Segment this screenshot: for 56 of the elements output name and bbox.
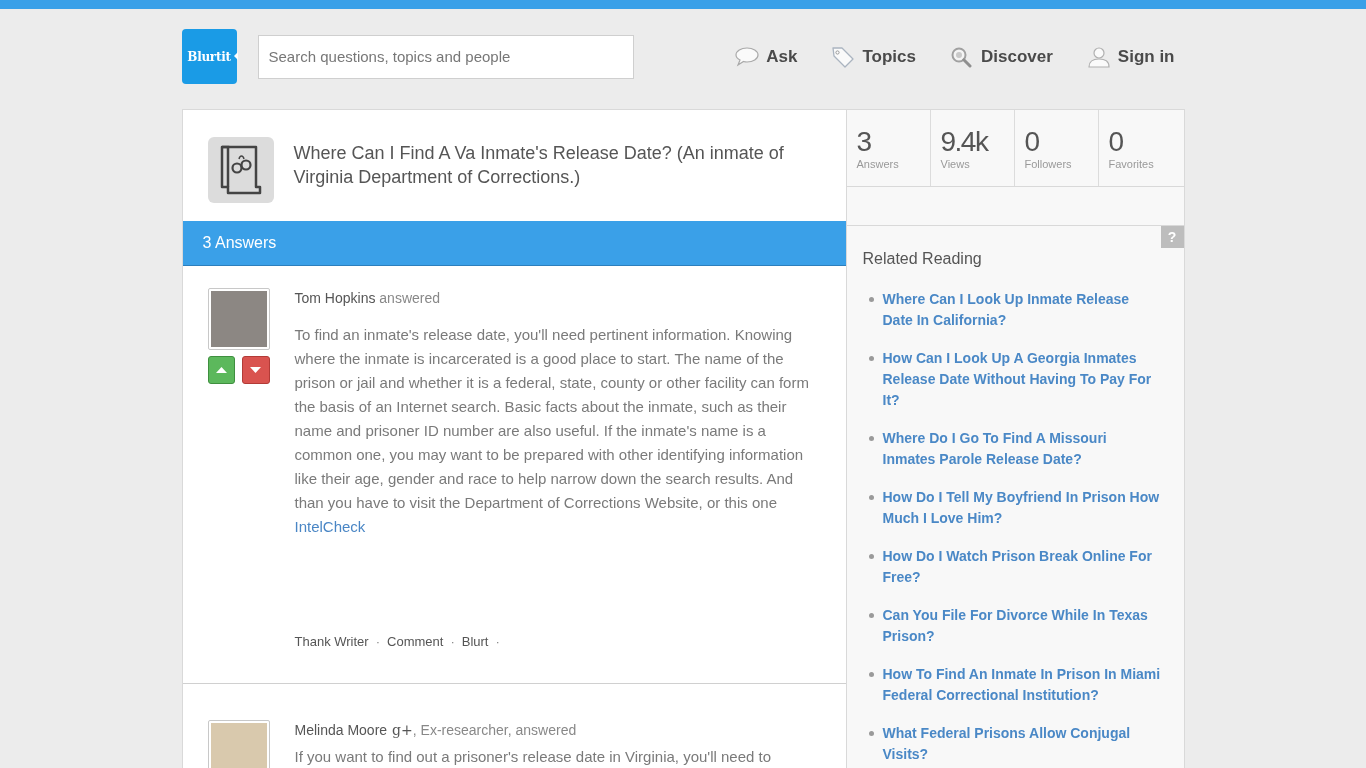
logo[interactable]: Blurtit (181, 29, 237, 84)
related-link[interactable]: How Can I Look Up A Georgia Inmates Release Date Without Having To Pay For It? (882, 348, 1163, 411)
stat-value: 0 (1024, 127, 1039, 157)
separator-dot: · (495, 633, 500, 651)
text-link[interactable]: IntelCheck (294, 518, 366, 535)
bullet-icon (868, 495, 874, 500)
related-link[interactable]: How To Find An Inmate In Prison In Miami Federal Correctional Institution? (882, 664, 1163, 706)
nav-link[interactable]: Sign in (1086, 45, 1175, 68)
triangle-down-icon (250, 367, 262, 373)
related-link[interactable]: What Federal Prisons Allow Conjugal Visits? (882, 723, 1163, 765)
stat-value: 9.4k (940, 127, 988, 157)
nav-link[interactable]: Discover (950, 45, 1053, 68)
answer-meta: answered (378, 289, 440, 307)
answer-meta: , Ex-researcher, answered (412, 721, 577, 739)
tag-icon (831, 45, 856, 68)
author-link[interactable]: Melinda Moore (294, 721, 388, 739)
gplus-link[interactable]: g+ (392, 721, 413, 739)
related-heading: Related Reading (862, 249, 982, 269)
stat-value: 3 (856, 127, 871, 157)
upvote-button[interactable] (207, 356, 235, 384)
user-icon (1086, 45, 1111, 68)
stat-label: Answers (856, 157, 899, 171)
action-link[interactable]: Blurt (461, 633, 489, 651)
speech-bubble-icon (735, 45, 760, 68)
bullet-icon (868, 672, 874, 677)
bullet-icon (868, 613, 874, 618)
action-link[interactable]: Thank Writer (294, 633, 369, 651)
search-icon (950, 45, 974, 68)
nav-link[interactable]: Topics (831, 45, 916, 68)
related-link[interactable]: How Do I Tell My Boyfriend In Prison How Much I Love Him? (882, 487, 1163, 529)
nav-link[interactable]: Ask (735, 45, 798, 68)
stat-label: Views (940, 157, 970, 171)
triangle-up-icon (215, 367, 227, 373)
action-link[interactable]: Comment (387, 633, 444, 651)
question-title: Where Can I Find A Va Inmate's Release Date? (An inmate of Virginia Department of Corrections.) (293, 142, 785, 189)
related-link[interactable]: Where Do I Go To Find A Missouri Inmates Parole Release Date? (882, 428, 1163, 470)
related-link[interactable]: How Do I Watch Prison Break Online For Free? (882, 546, 1163, 588)
bullet-icon (868, 436, 874, 441)
author-link[interactable]: Tom Hopkins (294, 289, 376, 307)
separator-dot: · (450, 633, 455, 651)
answer-text: To find an inmate's release date, you'll need pertinent information. Knowing where the inmate is incarcerated is a good place to start. The name of the prison or jail and whether it is a federal, state, county or other facility can form the basis of an Internet search. Basic facts about the inmate, such as their name and prisoner ID number are also useful. If the inmate's name is a common one, you may want to be prepared with other identifying information like their age, gender and race to help narrow down the search results. And than you have to visit the Department of Corrections Website, or this one IntelCheck (294, 325, 810, 537)
stat-value: 0 (1108, 127, 1123, 157)
document-icon (207, 137, 274, 203)
stat-label: Favorites (1108, 157, 1154, 171)
answer-text: If you want to find out a prisoner's release date in Virginia, you'll need to (294, 747, 773, 767)
related-link[interactable]: Where Can I Look Up Inmate Release Date In California? (882, 289, 1163, 331)
bullet-icon (868, 554, 874, 559)
separator-dot: · (375, 633, 380, 651)
downvote-button[interactable] (242, 356, 270, 384)
bullet-icon (868, 731, 874, 736)
stat-label: Followers (1024, 157, 1072, 171)
answers-heading: 3 Answers (182, 221, 846, 266)
related-link[interactable]: Can You File For Divorce While In Texas Prison? (882, 605, 1163, 647)
search-field[interactable]: Search questions, topics and people (257, 34, 634, 79)
bullet-icon (868, 297, 874, 302)
bullet-icon (868, 356, 874, 361)
